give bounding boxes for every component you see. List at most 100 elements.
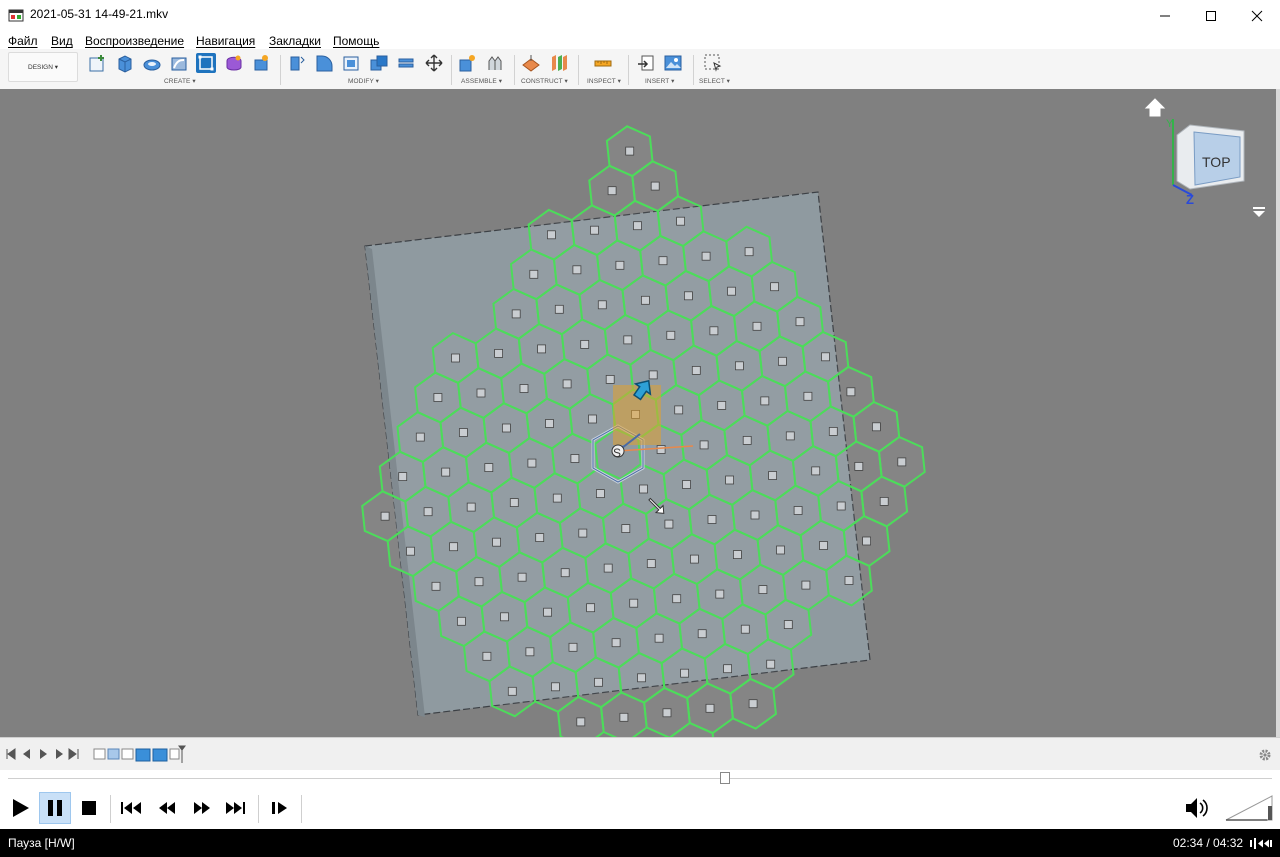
hexagon-center-marker bbox=[697, 629, 707, 639]
pause-button[interactable] bbox=[39, 792, 71, 824]
press-pull-icon[interactable] bbox=[287, 53, 307, 73]
title-bar[interactable]: 2021-05-31 14-49-21.mkv bbox=[0, 0, 1280, 31]
combine-icon[interactable] bbox=[369, 53, 389, 73]
controls-separator bbox=[110, 795, 111, 823]
hexagon-center-marker bbox=[615, 260, 625, 270]
toolbar-separator bbox=[628, 55, 629, 85]
timeline-play-icon bbox=[40, 749, 47, 759]
previous-button[interactable] bbox=[115, 792, 147, 824]
hexagon-center-marker bbox=[509, 498, 519, 508]
select-window-icon[interactable] bbox=[703, 53, 723, 73]
split-body-icon[interactable] bbox=[396, 53, 416, 73]
hexagon-center-marker bbox=[733, 550, 742, 560]
hexagon-center-marker bbox=[501, 423, 511, 433]
minimize-icon bbox=[1160, 15, 1170, 16]
view-cube[interactable]: Y Z TOP bbox=[1140, 97, 1250, 209]
volume-slider[interactable] bbox=[1224, 794, 1276, 822]
menu-view[interactable]: Вид bbox=[51, 34, 73, 48]
hexagon-center-marker bbox=[658, 256, 668, 266]
next-button[interactable] bbox=[220, 792, 252, 824]
menu-bar: Файл Вид Воспроизведение Навигация Закла… bbox=[0, 31, 1280, 51]
home-icon[interactable] bbox=[1144, 98, 1166, 117]
fillet-icon[interactable] bbox=[314, 53, 334, 73]
offset-plane-icon[interactable] bbox=[521, 53, 541, 73]
menu-help[interactable]: Помощь bbox=[333, 34, 379, 48]
hexagon-center-marker bbox=[482, 651, 492, 661]
hexagon-center-marker bbox=[596, 489, 605, 499]
hexagon-center-marker bbox=[611, 638, 621, 648]
create-group-label[interactable]: CREATE ▾ bbox=[164, 77, 196, 85]
midplane-icon[interactable] bbox=[549, 53, 569, 73]
insert-group-label[interactable]: INSERT ▾ bbox=[645, 77, 674, 85]
canvas-svg[interactable]: S bbox=[0, 89, 1276, 737]
fast-forward-button[interactable] bbox=[186, 792, 218, 824]
timeline-playback-controls[interactable] bbox=[6, 748, 82, 760]
hexagon-center-marker bbox=[560, 568, 570, 578]
new-component-icon[interactable] bbox=[457, 53, 477, 73]
volume-speaker-icon[interactable] bbox=[1184, 796, 1214, 820]
hexagon-center-marker bbox=[543, 607, 552, 617]
fusion-viewport[interactable]: S Y Z TOP bbox=[0, 89, 1276, 737]
hexagon-center-marker bbox=[568, 642, 578, 652]
insert-derive-icon[interactable] bbox=[636, 53, 656, 73]
timeline-prev-icon bbox=[23, 749, 30, 759]
stop-button[interactable] bbox=[73, 792, 105, 824]
modify-group-label[interactable]: MODIFY ▾ bbox=[348, 77, 379, 85]
hexagon-center-marker bbox=[654, 633, 664, 643]
hexagon-center-marker bbox=[456, 616, 466, 626]
close-button[interactable] bbox=[1234, 0, 1280, 31]
hexagon-center-marker bbox=[629, 598, 639, 608]
hexagon-center-marker bbox=[537, 344, 546, 354]
timeline-features[interactable] bbox=[92, 745, 188, 765]
axis-y-label: Y bbox=[1166, 118, 1174, 130]
hexagon-center-marker bbox=[768, 471, 777, 480]
minimize-button[interactable] bbox=[1142, 0, 1188, 31]
play-button[interactable] bbox=[4, 792, 36, 824]
maximize-button[interactable] bbox=[1188, 0, 1234, 31]
move-copy-icon[interactable] bbox=[424, 53, 444, 73]
menu-navigation[interactable]: Навигация bbox=[196, 34, 255, 48]
menu-file[interactable]: Файл bbox=[8, 34, 38, 48]
frame-step-button[interactable] bbox=[264, 792, 296, 824]
hexagon-center-marker bbox=[778, 356, 787, 366]
construct-group-label[interactable]: CONSTRUCT ▾ bbox=[521, 77, 568, 85]
viewcube-face-top[interactable]: TOP bbox=[1202, 154, 1231, 170]
hexagon-center-marker bbox=[545, 419, 554, 428]
derive-icon[interactable] bbox=[251, 53, 271, 73]
viewport-scrollbar[interactable] bbox=[1276, 89, 1280, 737]
hexagon-center-marker bbox=[766, 659, 776, 669]
hexagon-center-marker bbox=[672, 594, 682, 604]
timeline-settings-gear-icon[interactable] bbox=[1258, 748, 1272, 762]
shell-icon[interactable] bbox=[341, 53, 361, 73]
design-workspace-dropdown[interactable]: DESIGN ▾ bbox=[8, 52, 78, 82]
create-sketch-icon[interactable] bbox=[88, 53, 108, 73]
viewcube-menu-icon[interactable] bbox=[1251, 206, 1267, 218]
playback-status: Пауза [H/W] bbox=[8, 836, 75, 850]
menu-bookmarks[interactable]: Закладки bbox=[269, 34, 321, 48]
hexagon-center-marker bbox=[484, 463, 494, 473]
form-icon[interactable] bbox=[224, 53, 244, 73]
select-group-label[interactable]: SELECT ▾ bbox=[699, 77, 730, 85]
seek-track[interactable] bbox=[8, 778, 1272, 779]
inspect-group-label[interactable]: INSPECT ▾ bbox=[587, 77, 621, 85]
volume-thumb[interactable] bbox=[1268, 806, 1272, 820]
menu-playback[interactable]: Воспроизведение bbox=[85, 34, 184, 48]
hexagon-center-marker bbox=[449, 542, 459, 552]
status-bar: Пауза [H/W] 02:34 / 04:32 bbox=[0, 829, 1280, 857]
measure-icon[interactable] bbox=[593, 53, 613, 73]
hexagon-center-marker bbox=[458, 428, 468, 437]
seek-bar[interactable] bbox=[0, 770, 1280, 786]
sweep-icon[interactable] bbox=[169, 53, 189, 73]
fusion-timeline bbox=[0, 737, 1280, 771]
extrude-icon[interactable] bbox=[115, 53, 135, 73]
audio-output-icon[interactable] bbox=[1250, 837, 1272, 850]
joint-icon[interactable] bbox=[485, 53, 505, 73]
rectangle-sketch-icon[interactable] bbox=[196, 53, 216, 73]
assemble-group-label[interactable]: ASSEMBLE ▾ bbox=[461, 77, 502, 85]
hexagon-center-marker bbox=[727, 286, 736, 296]
revolve-icon[interactable] bbox=[142, 53, 162, 73]
insert-canvas-icon[interactable] bbox=[663, 53, 683, 73]
hexagon-center-marker bbox=[699, 440, 709, 450]
seek-thumb[interactable] bbox=[719, 772, 730, 784]
rewind-button[interactable] bbox=[151, 792, 183, 824]
